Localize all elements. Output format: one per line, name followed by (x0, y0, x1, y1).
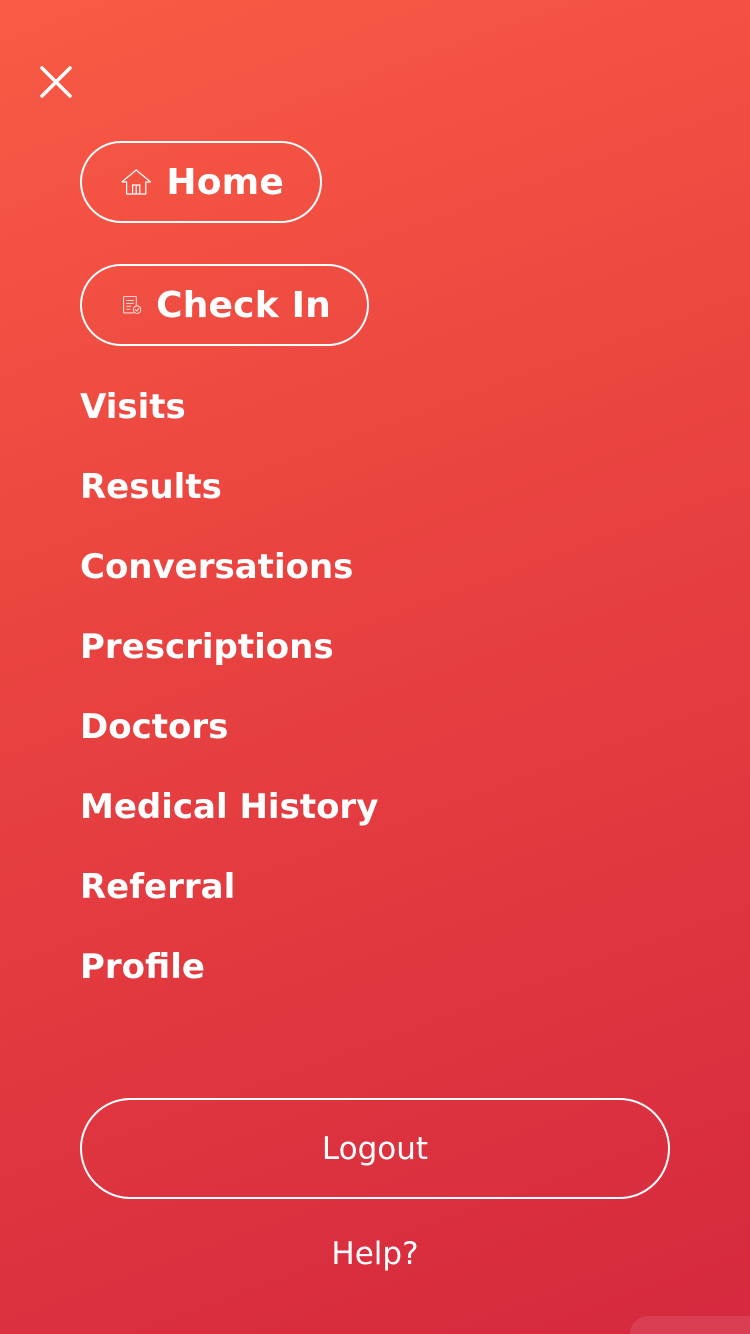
menu-item-prescriptions[interactable]: Prescriptions (80, 607, 378, 687)
checklist-document-icon (123, 296, 142, 314)
corner-decoration (630, 1316, 750, 1334)
help-link[interactable]: Help? (0, 1236, 750, 1272)
check-in-button[interactable]: Check In (80, 264, 369, 346)
menu-item-referral[interactable]: Referral (80, 847, 378, 927)
logout-button[interactable]: Logout (80, 1098, 670, 1199)
close-icon (40, 66, 72, 98)
house-icon (121, 169, 151, 195)
main-menu: Visits Results Conversations Prescriptio… (80, 367, 378, 1007)
menu-item-conversations[interactable]: Conversations (80, 527, 378, 607)
menu-item-results[interactable]: Results (80, 447, 378, 527)
close-button[interactable] (36, 62, 76, 102)
check-in-label: Check In (156, 284, 331, 326)
menu-item-profile[interactable]: Profile (80, 927, 378, 1007)
menu-item-visits[interactable]: Visits (80, 367, 378, 447)
menu-item-doctors[interactable]: Doctors (80, 687, 378, 767)
home-button[interactable]: Home (80, 141, 322, 223)
home-label: Home (166, 161, 284, 203)
menu-item-medical-history[interactable]: Medical History (80, 767, 378, 847)
